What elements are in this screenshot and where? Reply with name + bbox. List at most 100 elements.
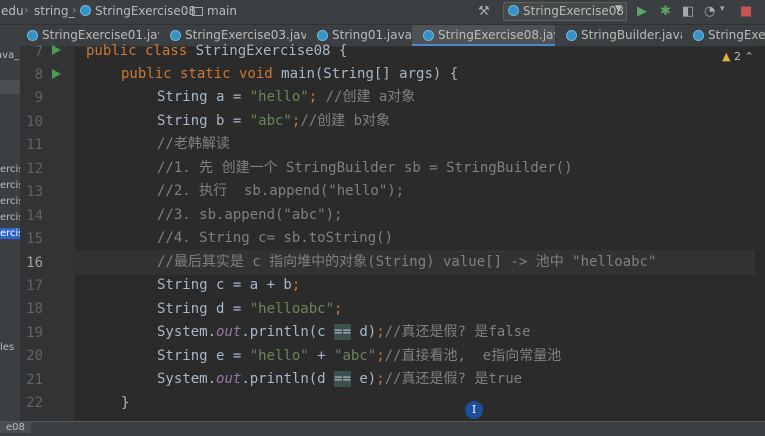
code-text: + xyxy=(308,348,335,364)
semicolon: ; xyxy=(308,89,326,105)
run-gutter-icon[interactable] xyxy=(52,45,61,55)
code-line-7[interactable]: public class StringExercise08 { xyxy=(86,43,347,59)
code-line-15[interactable]: //4. String c= sb.toString() xyxy=(157,230,393,246)
code-line-14[interactable]: //3. sb.append("abc"); xyxy=(157,207,342,223)
breadcrumb-method[interactable]: main xyxy=(192,4,237,18)
code-line-18[interactable]: String d = "helloabc"; xyxy=(157,301,342,317)
chevron-down-icon[interactable]: ▾ xyxy=(720,4,725,14)
run-configuration-label: StringExercise08 xyxy=(523,4,625,18)
string-literal: "hello" xyxy=(249,348,309,364)
status-run-tab[interactable]: e08 xyxy=(0,422,31,433)
static-field: out xyxy=(216,371,242,387)
code-text: System. xyxy=(157,324,217,340)
mouse-cursor-icon: I xyxy=(465,401,483,419)
line-number: 18 xyxy=(26,301,43,317)
keyword: public static void xyxy=(121,66,282,82)
code-line-21[interactable]: System.out.println(d == e);//真还是假? 是true xyxy=(157,371,522,387)
comment: //真还是假? 是true xyxy=(384,371,523,387)
code-line-13[interactable]: //2. 执行 sb.append("hello"); xyxy=(157,183,404,199)
code-line-22[interactable]: } xyxy=(121,395,129,411)
line-number: 20 xyxy=(26,348,43,364)
comment: //创建 a对象 xyxy=(325,89,416,105)
stop-icon[interactable]: ■ xyxy=(740,4,752,19)
breadcrumb-project[interactable]: edu xyxy=(1,4,24,18)
breadcrumb-class[interactable]: StringExercise08 xyxy=(80,4,196,18)
code-text: String e = xyxy=(157,348,250,364)
method-icon xyxy=(192,7,203,16)
keyword: public class xyxy=(86,43,196,59)
project-item[interactable]: ercis xyxy=(0,164,20,175)
line-number: 19 xyxy=(26,325,43,341)
project-item[interactable]: ercis xyxy=(0,180,20,191)
comment: //真还是假? 是false xyxy=(384,324,531,340)
class-icon xyxy=(566,30,577,41)
semicolon: ; xyxy=(376,371,385,387)
comment: //2. 执行 sb.append("hello"); xyxy=(157,183,405,199)
code-text: String b = xyxy=(157,113,250,129)
tab-label: StringBuilder.java xyxy=(581,28,682,42)
tab-stringbuilder[interactable]: StringBuilder.java× xyxy=(555,25,682,46)
string-literal: "abc" xyxy=(334,348,377,364)
code-line-20[interactable]: String e = "hello" + "abc";//直接看池, e指向常量… xyxy=(157,348,561,364)
semicolon: ; xyxy=(376,348,385,364)
project-item[interactable]: ava_ xyxy=(0,50,19,61)
editor-scrollbar[interactable] xyxy=(755,46,765,421)
status-bar: e08 xyxy=(0,421,765,436)
comment: //直接看池, e指向常量池 xyxy=(384,348,562,364)
comment: //老韩解读 xyxy=(157,136,230,152)
string-literal: "hello" xyxy=(249,89,309,105)
code-text: String a = xyxy=(157,89,250,105)
class-icon xyxy=(170,30,181,41)
line-number: 22 xyxy=(26,395,43,411)
operator-highlight: == xyxy=(334,324,351,340)
tab-stringexercise08[interactable]: StringExercise08.java× xyxy=(412,25,555,46)
line-number: 12 xyxy=(26,161,43,177)
line-number: 13 xyxy=(26,184,43,200)
class-icon xyxy=(423,30,434,41)
chevron-up-icon: ⌃ xyxy=(744,50,754,63)
tab-label: StringExercise08.java xyxy=(438,28,555,42)
navigation-bar: edu › string_ › StringExercise08 › main … xyxy=(0,0,765,25)
code-line-8[interactable]: public static void main(String[] args) { xyxy=(121,66,458,82)
code-line-19[interactable]: System.out.println(c == d);//真还是假? 是fals… xyxy=(157,324,530,340)
code-line-10[interactable]: String b = "abc";//创建 b对象 xyxy=(157,113,390,129)
line-number: 9 xyxy=(34,90,43,106)
line-number: 16 xyxy=(26,255,43,271)
code-text: .println(c xyxy=(241,324,335,340)
line-number: 8 xyxy=(34,67,43,83)
coverage-icon[interactable]: ◧ xyxy=(682,4,694,19)
run-configuration-select[interactable]: StringExercise08 ▼ xyxy=(503,2,627,21)
hammer-icon[interactable]: ⚒ xyxy=(478,4,490,19)
static-field: out xyxy=(216,324,242,340)
code-line-9[interactable]: String a = "hello"; //创建 a对象 xyxy=(157,89,415,105)
code-text: .println(d xyxy=(241,371,335,387)
project-item-selected[interactable]: ercis xyxy=(0,228,20,239)
project-item-selected[interactable] xyxy=(0,80,20,94)
project-item[interactable]: les xyxy=(0,342,14,353)
warning-count: 2 xyxy=(733,50,741,63)
tab-label: String01.java xyxy=(332,28,412,42)
code-line-17[interactable]: String c = a + b; xyxy=(157,277,300,293)
breadcrumb-package[interactable]: string_ xyxy=(34,4,74,18)
code-line-11[interactable]: //老韩解读 xyxy=(157,136,230,152)
code-text: String d = xyxy=(157,301,250,317)
semicolon: ; xyxy=(291,277,301,293)
chevron-down-icon: ▼ xyxy=(615,4,622,14)
run-gutter-icon[interactable] xyxy=(52,69,61,79)
class-icon xyxy=(693,30,704,41)
run-icon[interactable]: ▶ xyxy=(637,4,647,19)
breadcrumb-separator: › xyxy=(184,3,189,17)
string-literal: "abc" xyxy=(249,113,292,129)
tab-stringexercise[interactable]: StringExercis xyxy=(682,25,765,46)
project-item[interactable]: ercis xyxy=(0,212,20,223)
line-number: 14 xyxy=(26,208,43,224)
code-text: d) xyxy=(350,324,377,340)
project-item[interactable]: ercis xyxy=(0,196,20,207)
breadcrumb-class-label: StringExercise08 xyxy=(95,4,197,18)
profile-icon[interactable]: ◔ xyxy=(704,4,715,19)
inspection-widget[interactable]: ▲ 2 ⌃ xyxy=(722,50,754,63)
code-line-16[interactable]: //最后其实是 c 指向堆中的对象(String) value[] -> 池中 … xyxy=(157,254,656,270)
comment: //创建 b对象 xyxy=(300,113,391,129)
code-line-12[interactable]: //1. 先 创建一个 StringBuilder sb = StringBui… xyxy=(157,160,573,176)
debug-icon[interactable]: ✱ xyxy=(660,4,671,19)
